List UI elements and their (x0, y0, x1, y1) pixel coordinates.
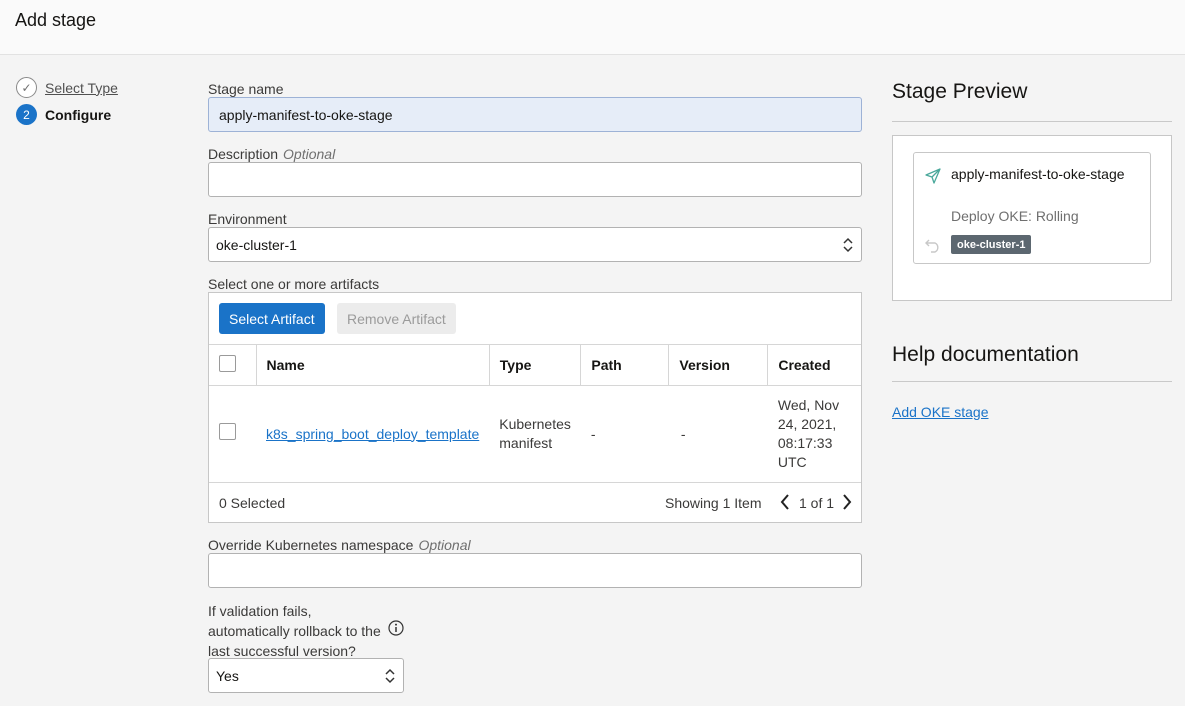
select-artifact-button[interactable]: Select Artifact (219, 303, 325, 334)
artifacts-table-panel: Select Artifact Remove Artifact Name Typ… (208, 292, 862, 523)
environment-label: Environment (208, 211, 287, 227)
page-title: Add stage (15, 10, 97, 30)
info-icon[interactable] (388, 620, 404, 636)
row-checkbox-cell (209, 385, 256, 483)
step-configure: 2 Configure (16, 104, 111, 125)
page-header: Add stage (0, 0, 1185, 55)
row-checkbox[interactable] (219, 423, 236, 440)
stage-name-input[interactable]: apply-manifest-to-oke-stage (208, 97, 862, 132)
environment-select[interactable]: oke-cluster-1 (208, 227, 862, 262)
page-indicator: 1 of 1 (799, 495, 835, 511)
step-select-type[interactable]: ✓ Select Type (16, 77, 118, 98)
environment-badge: oke-cluster-1 (951, 235, 1032, 254)
check-icon: ✓ (16, 77, 37, 98)
description-input[interactable] (208, 162, 862, 197)
table-row[interactable]: k8s_spring_boot_deploy_template Kubernet… (209, 385, 861, 483)
namespace-label: Override Kubernetes namespace Optional (208, 537, 471, 553)
selected-count: 0 Selected (219, 495, 286, 511)
description-label: Description Optional (208, 146, 336, 162)
step-label: Configure (45, 106, 112, 123)
divider (892, 381, 1172, 382)
artifacts-table: Name Type Path Version Created k8s_sprin… (209, 344, 861, 483)
column-header-type[interactable]: Type (489, 344, 582, 386)
undo-icon (925, 239, 939, 253)
stage-name-label: Stage name (208, 81, 284, 97)
artifact-path: - (580, 385, 669, 483)
chevron-left-icon[interactable] (779, 493, 791, 511)
select-arrows-icon (843, 237, 853, 253)
help-documentation-title: Help documentation (892, 343, 1079, 366)
chevron-right-icon[interactable] (841, 493, 853, 511)
column-header-path[interactable]: Path (580, 344, 670, 386)
artifact-version: - (668, 385, 768, 483)
send-icon (925, 168, 941, 184)
column-header-created[interactable]: Created (767, 344, 861, 386)
stage-preview-card: apply-manifest-to-oke-stage Deploy OKE: … (913, 152, 1151, 264)
add-oke-stage-link[interactable]: Add OKE stage (892, 404, 989, 420)
artifact-created: Wed, Nov 24, 2021, 08:17:33 UTC (767, 385, 861, 483)
item-count: Showing 1 Item (665, 495, 762, 511)
stage-preview-title: Stage Preview (892, 80, 1028, 103)
step-number: 2 (16, 104, 37, 125)
preview-stage-type: Deploy OKE: Rolling (951, 208, 1079, 224)
stage-preview-panel: apply-manifest-to-oke-stage Deploy OKE: … (892, 135, 1172, 301)
namespace-input[interactable] (208, 553, 862, 588)
column-header-version[interactable]: Version (668, 344, 769, 386)
divider (892, 121, 1172, 122)
select-arrows-icon (385, 668, 395, 684)
table-footer: 0 Selected Showing 1 Item 1 of 1 (209, 483, 861, 523)
rollback-label: If validation fails, automatically rollb… (208, 603, 381, 659)
artifacts-label: Select one or more artifacts (208, 276, 380, 292)
artifact-type: Kubernetes manifest (489, 385, 581, 483)
artifact-name-cell: k8s_spring_boot_deploy_template (256, 385, 490, 483)
select-all-checkbox[interactable] (219, 355, 236, 372)
remove-artifact-button: Remove Artifact (337, 303, 456, 334)
step-label[interactable]: Select Type (45, 80, 118, 96)
rollback-select[interactable]: Yes (208, 658, 404, 693)
artifact-name-link[interactable]: k8s_spring_boot_deploy_template (266, 426, 479, 442)
select-all-header (209, 344, 257, 386)
column-header-name[interactable]: Name (256, 344, 490, 386)
preview-stage-name: apply-manifest-to-oke-stage (951, 166, 1125, 182)
